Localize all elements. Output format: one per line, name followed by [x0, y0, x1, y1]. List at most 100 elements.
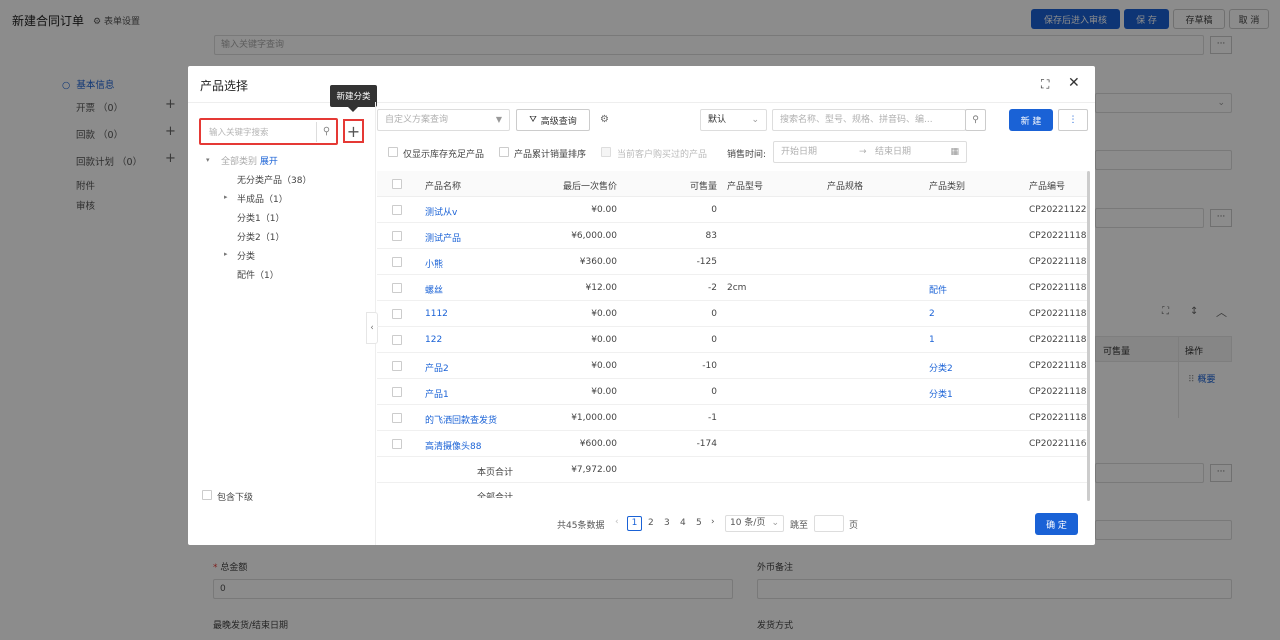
category-cell[interactable]: 分类2: [929, 361, 953, 374]
caret-down-icon[interactable]: ▾: [206, 156, 210, 164]
row-checkbox[interactable]: [392, 413, 402, 423]
product-name-link[interactable]: 高清摄像头88: [425, 439, 481, 452]
settings-icon[interactable]: ⚙: [600, 114, 609, 125]
table-row[interactable]: 的飞洒回款查发货 ¥1,000.00 -1 CP20221118: [377, 405, 1087, 431]
page-3[interactable]: 3: [664, 518, 670, 528]
expand-link[interactable]: 展开: [260, 157, 278, 167]
category-cell[interactable]: 1: [929, 335, 935, 345]
available-cell: -1: [708, 413, 717, 423]
product-name-link[interactable]: 螺丝: [425, 283, 443, 296]
page-size-select[interactable]: 10 条/页 ⌄: [725, 515, 784, 532]
product-name-link[interactable]: 产品2: [425, 361, 449, 374]
only-stock-checkbox[interactable]: [388, 147, 398, 157]
select-all-checkbox[interactable]: [392, 179, 402, 189]
row-checkbox[interactable]: [392, 205, 402, 215]
row-checkbox[interactable]: [392, 335, 402, 345]
row-checkbox[interactable]: [392, 283, 402, 293]
customer-bought-checkbox[interactable]: [601, 147, 611, 157]
code-cell: CP20221118: [1029, 283, 1087, 293]
row-checkbox[interactable]: [392, 387, 402, 397]
tree-root[interactable]: 全部类别 展开: [221, 154, 278, 167]
col-last-price[interactable]: 最后一次售价: [547, 179, 617, 192]
product-name-link[interactable]: 122: [425, 335, 442, 345]
customer-bought-label: 当前客户购买过的产品: [617, 150, 708, 160]
product-name-link[interactable]: 小熊: [425, 257, 443, 270]
table-row[interactable]: 螺丝 ¥12.00 -2 2cm 配件 CP20221118: [377, 275, 1087, 301]
available-cell: -10: [702, 361, 717, 371]
row-checkbox[interactable]: [392, 439, 402, 449]
row-checkbox[interactable]: [392, 361, 402, 371]
col-spec[interactable]: 产品规格: [827, 179, 863, 192]
tree-item-category2[interactable]: 分类2（1）: [237, 230, 284, 243]
prev-page-icon[interactable]: ‹: [615, 517, 619, 527]
page-4[interactable]: 4: [680, 518, 686, 528]
tree-item-category[interactable]: 分类: [237, 249, 255, 262]
sort-select[interactable]: 默认 ⌄: [700, 109, 767, 131]
table-row[interactable]: 测试产品 ¥6,000.00 83 CP20221118: [377, 223, 1087, 249]
page-5[interactable]: 5: [696, 518, 702, 528]
category-cell[interactable]: 2: [929, 309, 935, 319]
table-row[interactable]: 小熊 ¥360.00 -125 CP20221118: [377, 249, 1087, 275]
product-name-link[interactable]: 测试产品: [425, 231, 461, 244]
available-cell: -174: [696, 439, 717, 449]
table-row[interactable]: 高清摄像头88 ¥600.00 -174 CP20221116: [377, 431, 1087, 457]
more-options-button[interactable]: ⋮: [1058, 109, 1088, 131]
table-row[interactable]: 产品2 ¥0.00 -10 分类2 CP20221118: [377, 353, 1087, 379]
category-cell[interactable]: 配件: [929, 283, 947, 296]
sort-by-sales-checkbox[interactable]: [499, 147, 509, 157]
product-name-link[interactable]: 的飞洒回款查发货: [425, 413, 497, 426]
start-date-placeholder: 开始日期: [781, 147, 818, 157]
caret-right-icon[interactable]: ▸: [224, 250, 228, 258]
product-search-input[interactable]: 搜索名称、型号、规格、拼音码、编...: [772, 109, 966, 131]
table-row[interactable]: 122 ¥0.00 0 1 CP20221118: [377, 327, 1087, 353]
advanced-search-button[interactable]: ⛛ 高级查询: [516, 109, 590, 131]
sale-date-range[interactable]: 开始日期 → 结束日期 ▦: [773, 141, 967, 163]
tree-item-parts[interactable]: 配件（1）: [237, 268, 279, 281]
tree-item-category1[interactable]: 分类1（1）: [237, 211, 284, 224]
end-date-placeholder: 结束日期: [875, 147, 912, 157]
page-1[interactable]: 1: [627, 516, 642, 531]
jump-page-input[interactable]: [814, 515, 844, 532]
last-price-cell: ¥1,000.00: [571, 413, 617, 423]
tree-item-uncategorized[interactable]: 无分类产品（38）: [237, 173, 311, 186]
scheme-select[interactable]: 自定义方案查询 ▼: [377, 109, 510, 131]
col-category[interactable]: 产品类别: [929, 179, 965, 192]
category-search-input[interactable]: 输入关键字搜索 ⚲: [199, 118, 338, 145]
table-scrollbar[interactable]: [1087, 171, 1090, 501]
include-sub-checkbox[interactable]: [202, 490, 212, 500]
category-cell[interactable]: 分类1: [929, 387, 953, 400]
col-name[interactable]: 产品名称: [425, 179, 461, 192]
available-cell: -125: [696, 257, 717, 267]
fullscreen-icon[interactable]: ⛶: [1041, 77, 1049, 92]
col-code[interactable]: 产品编号: [1029, 179, 1065, 192]
product-name-link[interactable]: 测试从v: [425, 205, 457, 218]
product-name-link[interactable]: 1112: [425, 309, 448, 319]
row-checkbox[interactable]: [392, 257, 402, 267]
add-category-button[interactable]: +: [343, 119, 364, 143]
caret-right-icon[interactable]: ▸: [224, 193, 228, 201]
last-price-cell: ¥360.00: [579, 257, 617, 267]
col-available[interactable]: 可售量: [667, 179, 717, 192]
table-row[interactable]: 1112 ¥0.00 0 2 CP20221118: [377, 301, 1087, 327]
search-icon[interactable]: ⚲: [316, 122, 336, 142]
table-row[interactable]: 产品1 ¥0.00 0 分类1 CP20221118: [377, 379, 1087, 405]
close-icon[interactable]: ✕: [1068, 75, 1080, 91]
row-checkbox[interactable]: [392, 231, 402, 241]
include-sub-label: 包含下级: [217, 493, 254, 503]
code-cell: CP20221118: [1029, 413, 1087, 423]
row-checkbox[interactable]: [392, 309, 402, 319]
arrow-right-icon: →: [859, 147, 867, 157]
new-product-button[interactable]: 新 建: [1009, 109, 1053, 131]
tree-item-semi-finished[interactable]: 半成品（1）: [237, 192, 288, 205]
code-cell: CP20221116: [1029, 439, 1087, 449]
jump-label: 跳至: [790, 521, 809, 531]
sale-time-label: 销售时间:: [727, 150, 767, 160]
col-model[interactable]: 产品型号: [727, 179, 763, 192]
next-page-icon[interactable]: ›: [711, 517, 715, 527]
product-name-link[interactable]: 产品1: [425, 387, 449, 400]
confirm-button[interactable]: 确 定: [1035, 513, 1078, 535]
search-icon[interactable]: ⚲: [965, 109, 986, 131]
table-row[interactable]: 测试从v ¥0.00 0 CP20221122: [377, 197, 1087, 223]
page-total-value: ¥7,972.00: [571, 465, 617, 475]
page-2[interactable]: 2: [648, 518, 654, 528]
